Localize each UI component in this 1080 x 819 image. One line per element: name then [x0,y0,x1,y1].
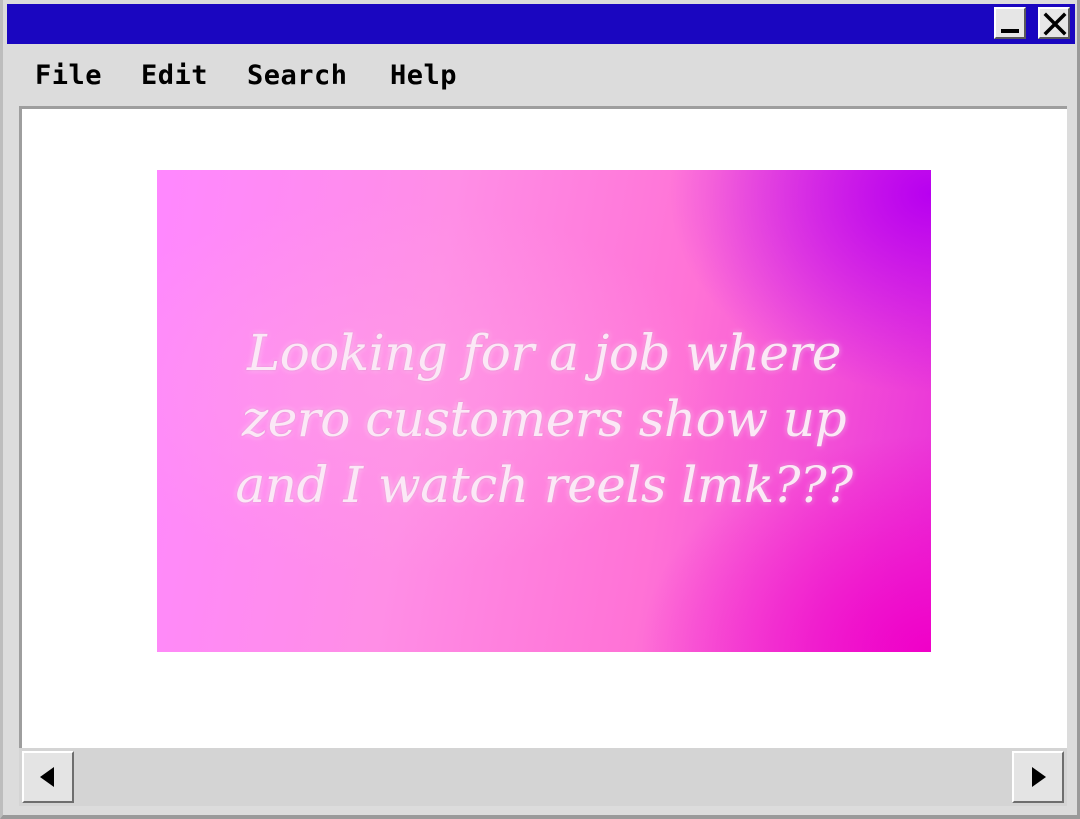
arrow-left-icon [40,767,54,787]
meme-image: Looking for a job where zero customers s… [157,170,931,652]
menu-search[interactable]: Search [247,60,348,91]
content-area: Looking for a job where zero customers s… [19,106,1067,748]
scroll-left-button[interactable] [22,751,74,803]
image-caption: Looking for a job where zero customers s… [157,320,931,518]
menu-bar: File Edit Search Help [7,48,1075,106]
menu-help[interactable]: Help [390,60,457,91]
caption-line-3: and I watch reels lmk??? [235,456,853,514]
caption-line-2: zero customers show up [241,390,847,448]
title-bar[interactable] [7,4,1075,44]
menu-file[interactable]: File [35,60,102,91]
menu-edit[interactable]: Edit [141,60,208,91]
horizontal-scrollbar[interactable] [19,748,1067,806]
close-button[interactable] [1038,7,1070,39]
app-window: File Edit Search Help Looking for a job … [0,0,1080,819]
scroll-right-button[interactable] [1012,751,1064,803]
caption-line-1: Looking for a job where [247,324,842,382]
close-icon [1043,12,1067,36]
minimize-button[interactable] [994,7,1026,39]
arrow-right-icon [1032,767,1046,787]
minimize-icon [1001,29,1019,33]
